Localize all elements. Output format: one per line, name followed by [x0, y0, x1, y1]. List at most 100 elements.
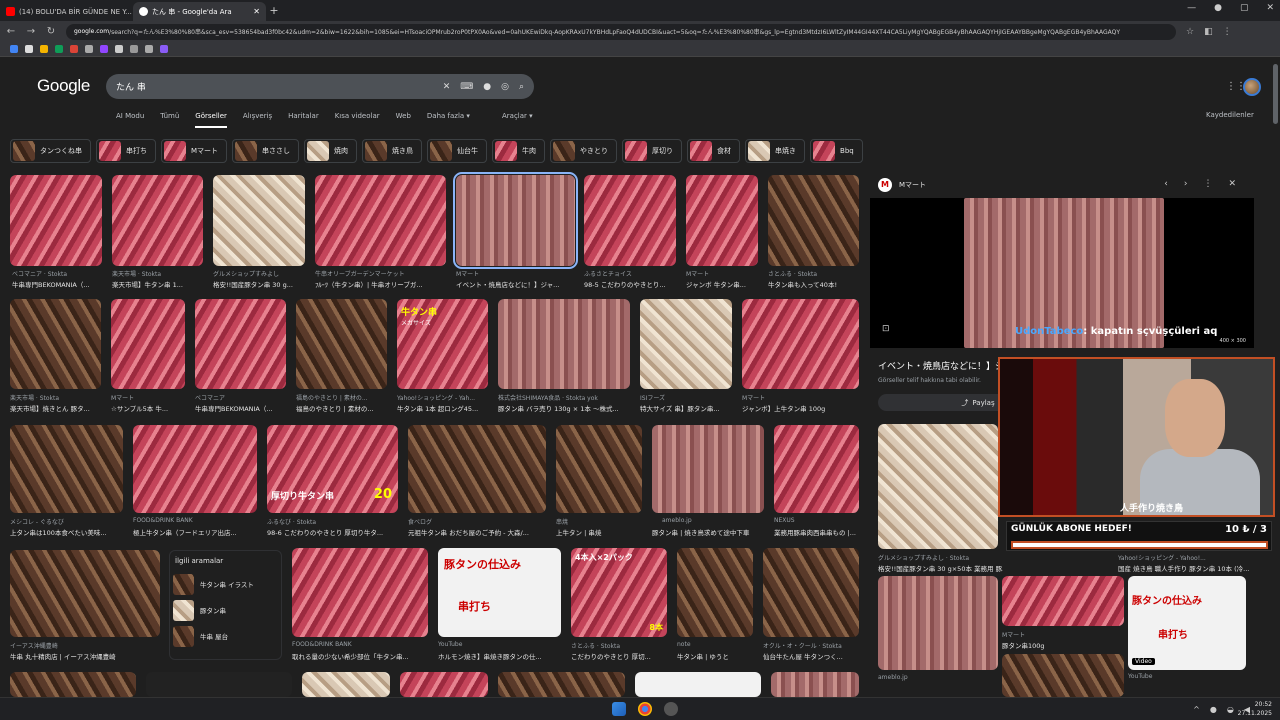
- image-result[interactable]: [763, 548, 859, 637]
- bookmark-icon[interactable]: [160, 45, 168, 53]
- tab-short-videos[interactable]: Kısa videolar: [335, 112, 380, 128]
- chip[interactable]: 串ささし: [232, 139, 300, 163]
- image-result[interactable]: [10, 672, 136, 697]
- bookmark-icon[interactable]: [145, 45, 153, 53]
- tab-more[interactable]: Daha fazla ▾: [427, 112, 470, 128]
- mic-icon[interactable]: ●: [483, 82, 491, 92]
- related-caption[interactable]: 豚タン串100g: [1002, 640, 1124, 650]
- result-caption[interactable]: 豚タン串 | 焼き鳥求めて途中下車: [652, 527, 764, 537]
- saved-button[interactable]: Kaydedilenler: [1206, 111, 1254, 119]
- forward-icon[interactable]: →: [26, 26, 36, 37]
- related-item[interactable]: 牛串 屋台: [170, 623, 281, 649]
- image-result[interactable]: [677, 548, 753, 637]
- image-result[interactable]: [768, 175, 859, 266]
- tab-web[interactable]: Web: [396, 112, 411, 128]
- tab-maps[interactable]: Haritalar: [288, 112, 319, 128]
- result-caption[interactable]: 牛串専門BEKOMANIA（...: [195, 403, 286, 413]
- lens-icon[interactable]: ◎: [501, 82, 509, 92]
- next-icon[interactable]: ›: [1184, 179, 1188, 189]
- image-result[interactable]: [302, 672, 390, 697]
- related-image[interactable]: [878, 576, 998, 670]
- image-result[interactable]: [315, 175, 446, 266]
- more-icon[interactable]: ⋮: [1203, 179, 1212, 189]
- result-caption[interactable]: 上タン串は100本食べたい美味...: [10, 527, 123, 537]
- image-result[interactable]: 豚タンの仕込み 串打ち: [438, 548, 561, 637]
- result-caption[interactable]: 業務用豚串肉西串串もの |...: [774, 527, 859, 537]
- result-caption[interactable]: 98-5 こだわりのやきとり...: [584, 279, 676, 289]
- google-logo[interactable]: Google: [37, 76, 90, 96]
- back-icon[interactable]: ←: [6, 26, 16, 37]
- address-bar[interactable]: google.com/search?q=たん%E3%80%80串&sca_esv…: [66, 23, 1176, 40]
- image-result[interactable]: [10, 425, 123, 513]
- result-caption[interactable]: 元祖牛タン串 おだち屋のご予約 - 大森/...: [408, 527, 546, 537]
- related-caption[interactable]: 国産 焼き鳥 職人手作り 豚タン串 10本 (冷...: [1118, 563, 1250, 573]
- search-icon[interactable]: ⌕: [519, 82, 524, 92]
- clear-icon[interactable]: ✕: [443, 82, 451, 92]
- page-scrollbar[interactable]: [1273, 60, 1278, 690]
- windows-start-icon[interactable]: [612, 702, 626, 716]
- image-result[interactable]: [771, 672, 859, 697]
- result-caption[interactable]: 牛タン串 1本 超ロング45...: [397, 403, 488, 413]
- bookmark-icon[interactable]: [130, 45, 138, 53]
- result-caption[interactable]: ジャンボ】上牛タン串 100g: [742, 403, 859, 413]
- chevron-up-icon[interactable]: ^: [1193, 705, 1200, 714]
- result-caption[interactable]: 格安!!国産豚タン串 30 g...: [213, 279, 305, 289]
- image-result[interactable]: [640, 299, 732, 389]
- bookmark-icon[interactable]: [100, 45, 108, 53]
- image-result[interactable]: [498, 299, 630, 389]
- extensions-icon[interactable]: ◧: [1204, 27, 1213, 37]
- scrollbar-thumb[interactable]: [1273, 64, 1278, 124]
- image-result[interactable]: [408, 425, 546, 513]
- menu-icon[interactable]: ⋮: [1223, 27, 1232, 37]
- result-caption[interactable]: 牛タン串も入って40本!: [768, 279, 859, 289]
- chip[interactable]: 焼肉: [304, 139, 358, 163]
- settings-icon[interactable]: ●: [1214, 3, 1222, 13]
- tab-youtube[interactable]: (14) BOLU'DA BİR GÜNDE NE Y... ✕: [0, 2, 133, 21]
- result-caption[interactable]: こだわりのやきとり 厚切...: [571, 651, 667, 661]
- chip[interactable]: 厚切り: [622, 139, 683, 163]
- result-caption[interactable]: 豚タン串 バラ売り 130g × 1本 ～株式...: [498, 403, 630, 413]
- mic-icon[interactable]: ●: [1210, 705, 1217, 714]
- image-result[interactable]: [742, 299, 859, 389]
- related-image[interactable]: [878, 424, 998, 549]
- chip[interactable]: Bbq: [810, 139, 863, 163]
- maximize-icon[interactable]: ▢: [1240, 3, 1249, 13]
- lens-icon[interactable]: ⊡: [882, 324, 890, 334]
- image-result[interactable]: [111, 299, 185, 389]
- result-caption[interactable]: ホルモン焼き】串焼き豚タンの仕...: [438, 651, 561, 661]
- tab-google[interactable]: たん 串 - Google'da Ara ✕: [133, 2, 266, 21]
- image-result[interactable]: [133, 425, 257, 513]
- image-result[interactable]: [556, 425, 642, 513]
- image-result[interactable]: [10, 299, 101, 389]
- result-caption[interactable]: ﾌﾙｰﾂ（牛タン串）| 牛串オリーブガ...: [315, 279, 446, 289]
- related-image[interactable]: 豚タンの仕込み 串打ち Video: [1128, 576, 1246, 670]
- preview-title[interactable]: イベント・焼鳥店などに！】ジ...: [878, 359, 1013, 372]
- chip[interactable]: やきとり: [550, 139, 618, 163]
- related-caption[interactable]: 格安!!国産豚タン串 30 g×50本 業務用 豚...: [878, 563, 1003, 573]
- result-caption[interactable]: 楽天市場】牛タン串 1...: [112, 279, 203, 289]
- related-image[interactable]: [1002, 576, 1124, 626]
- bookmark-icon[interactable]: [85, 45, 93, 53]
- wifi-icon[interactable]: ◒: [1227, 705, 1234, 714]
- image-result[interactable]: [112, 175, 203, 266]
- result-caption[interactable]: 牛串 丸十精肉店 | イーアス沖縄豊崎: [10, 651, 160, 661]
- chip[interactable]: タンつくね串: [10, 139, 91, 163]
- image-result[interactable]: [635, 672, 761, 697]
- image-result[interactable]: [146, 672, 292, 697]
- bookmark-icon[interactable]: [25, 45, 33, 53]
- chip[interactable]: 食材: [687, 139, 741, 163]
- image-result[interactable]: [213, 175, 305, 266]
- tab-shopping[interactable]: Alışveriş: [243, 112, 272, 128]
- related-item[interactable]: 豚タン串: [170, 597, 281, 623]
- result-caption[interactable]: 福島のやきとり | 素材の...: [296, 403, 387, 413]
- result-caption[interactable]: 取れる量の少ない希少部位「牛タン串...: [292, 651, 428, 661]
- reload-icon[interactable]: ↻: [46, 26, 56, 37]
- tools-button[interactable]: Araçlar ▾: [502, 112, 533, 120]
- star-icon[interactable]: ☆: [1186, 27, 1194, 37]
- minimize-icon[interactable]: —: [1187, 3, 1196, 13]
- chrome-icon[interactable]: [638, 702, 652, 716]
- image-result[interactable]: [296, 299, 387, 389]
- result-caption[interactable]: イベント・焼鳥店などに！】ジャ...: [456, 279, 575, 289]
- search-input[interactable]: たん 串 ✕ ⌨ ● ◎ ⌕: [106, 74, 534, 99]
- tab-ai-mode[interactable]: AI Modu: [116, 112, 144, 128]
